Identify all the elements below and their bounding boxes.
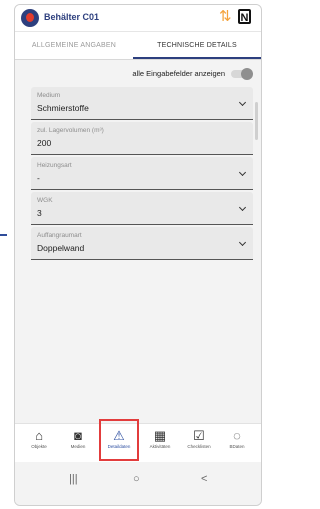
lagervolumen-field[interactable]: zul. Lagervolumen (m³) 200 xyxy=(31,122,253,155)
field-value: - xyxy=(37,173,40,183)
home-button[interactable]: ○ xyxy=(133,473,140,485)
nav-label: Objekte xyxy=(31,444,47,449)
field-value: Doppelwand xyxy=(37,243,85,253)
side-marker xyxy=(0,234,7,236)
nav-label: Aktivitäten xyxy=(149,444,171,449)
app-logo xyxy=(21,9,39,27)
field-label: WGK xyxy=(37,197,53,204)
phone-screen: Behälter C01 ⇅ N ALLGEMEINE ANGABEN TECH… xyxy=(14,4,262,506)
highlight-box xyxy=(99,419,139,461)
wgk-select[interactable]: WGK 3 xyxy=(31,192,253,225)
chevron-down-icon xyxy=(238,168,247,177)
chevron-down-icon xyxy=(238,238,247,247)
nav-label: Medien xyxy=(70,444,86,449)
home-icon: ⌂ xyxy=(35,428,43,443)
medium-select[interactable]: Medium Schmierstoffe xyxy=(31,87,253,120)
nav-label: BDaten xyxy=(229,444,245,449)
toggle-label: alle Eingabefelder anzeigen xyxy=(132,69,225,78)
chevron-down-icon xyxy=(238,203,247,212)
nfc-icon[interactable]: N xyxy=(238,9,251,24)
nav-bdaten[interactable]: ◌ BDaten xyxy=(219,424,255,462)
scrollbar[interactable] xyxy=(255,102,258,140)
download-sync-icon[interactable]: ⇅ xyxy=(219,9,232,24)
nav-checklisten[interactable]: ☑ Checklisten xyxy=(181,424,217,462)
recents-button[interactable]: ||| xyxy=(69,473,78,485)
field-label: zul. Lagervolumen (m³) xyxy=(37,127,104,134)
tab-bar: ALLGEMEINE ANGABEN TECHNISCHE DETAILS xyxy=(15,32,261,60)
nav-objekte[interactable]: ⌂ Objekte xyxy=(21,424,57,462)
field-label: Auffangraumart xyxy=(37,232,82,239)
back-button[interactable]: < xyxy=(201,473,207,485)
field-label: Heizungsart xyxy=(37,162,72,169)
calendar-icon: ▦ xyxy=(153,428,167,443)
show-all-fields-toggle[interactable] xyxy=(231,68,253,80)
nav-medien[interactable]: ◙ Medien xyxy=(60,424,96,462)
nav-aktivitaeten[interactable]: ▦ Aktivitäten xyxy=(142,424,178,462)
system-nav-bar: ||| ○ < xyxy=(15,463,261,505)
sync-circle-icon: ◌ xyxy=(233,428,241,443)
nav-label: Checklisten xyxy=(187,444,211,449)
app-bar: Behälter C01 ⇅ N xyxy=(15,5,261,32)
field-label: Medium xyxy=(37,92,61,99)
page-title: Behälter C01 xyxy=(44,12,100,22)
checklist-icon: ☑ xyxy=(193,428,205,443)
field-value: Schmierstoffe xyxy=(37,103,89,113)
chevron-down-icon xyxy=(238,98,247,107)
toggle-row: alle Eingabefelder anzeigen xyxy=(15,63,261,83)
tab-technische-details[interactable]: TECHNISCHE DETAILS xyxy=(133,32,261,59)
tab-allgemeine-angaben[interactable]: ALLGEMEINE ANGABEN xyxy=(15,32,133,59)
auffangraumart-select[interactable]: Auffangraumart Doppelwand xyxy=(31,227,253,260)
field-value: 3 xyxy=(37,208,42,218)
field-value: 200 xyxy=(37,138,52,148)
camera-icon: ◙ xyxy=(74,428,82,443)
heizungsart-select[interactable]: Heizungsart - xyxy=(31,157,253,190)
